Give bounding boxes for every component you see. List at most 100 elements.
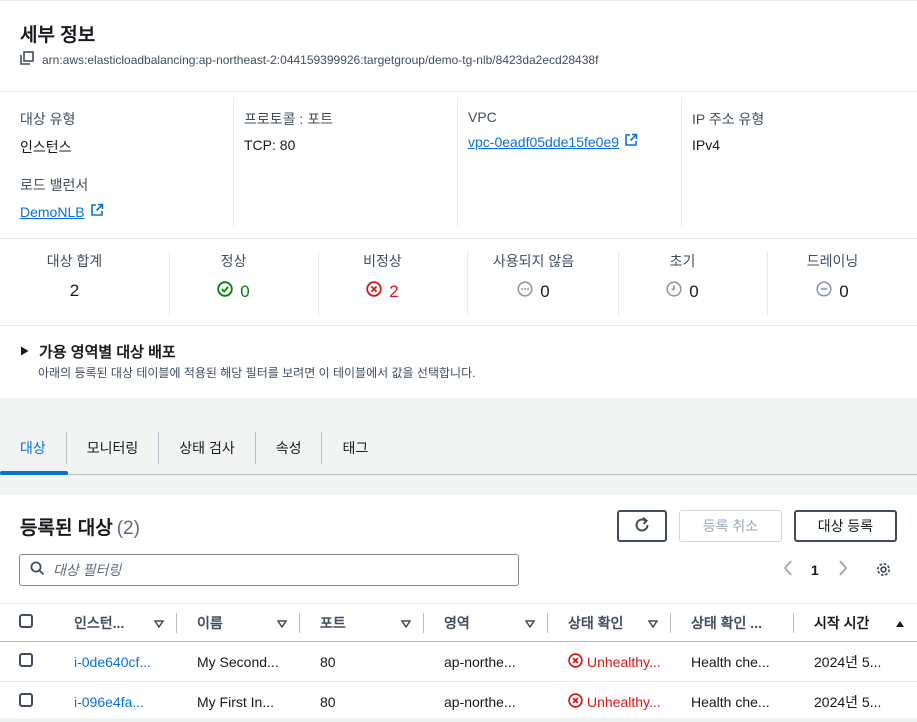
stat-initial: 초기 0 xyxy=(608,251,757,302)
divider xyxy=(0,91,917,92)
launch-time-cell: 2024년 5... xyxy=(794,641,917,682)
column-header-instance[interactable]: 인스턴... xyxy=(54,603,177,642)
load-balancer-link[interactable]: DemoNLB xyxy=(20,203,104,220)
stat-initial-value[interactable]: 0 xyxy=(666,281,699,302)
sort-caret-icon xyxy=(153,615,165,631)
row-checkbox[interactable] xyxy=(19,653,33,667)
health-status-value: Unhealthy... xyxy=(587,693,661,710)
stat-unused-number: 0 xyxy=(540,281,550,301)
clock-icon xyxy=(666,281,682,302)
name-value: My First In... xyxy=(197,693,274,710)
stat-unused-value[interactable]: 0 xyxy=(517,281,550,302)
port-cell: 80 xyxy=(300,681,424,722)
target-type-value: 인스턴스 xyxy=(20,139,72,155)
column-header-port[interactable]: 포트 xyxy=(300,603,424,642)
column-header-launch-time[interactable]: 시작 시간 xyxy=(794,603,917,642)
next-page-icon[interactable] xyxy=(837,559,849,577)
name-value: My Second... xyxy=(197,653,279,670)
registered-targets-heading: 등록된 대상 xyxy=(20,518,113,539)
az-distribution-toggle[interactable]: 가용 영역별 대상 배포 xyxy=(20,341,176,362)
instance-id-cell: i-0de640cf... xyxy=(54,641,177,682)
vpc-label: VPC xyxy=(468,109,497,125)
divider xyxy=(0,325,917,326)
az-distribution-title: 가용 영역별 대상 배포 xyxy=(39,344,176,361)
page-number[interactable]: 1 xyxy=(811,562,819,578)
details-title: 세부 정보 xyxy=(20,25,96,46)
stat-unhealthy: 비정상 2 xyxy=(308,251,457,302)
health-details-value: Health che... xyxy=(691,693,770,710)
minus-circle-icon xyxy=(816,281,832,302)
zone-cell: ap-northe... xyxy=(424,641,548,682)
copy-icon[interactable] xyxy=(20,51,34,68)
column-header-label: 포트 xyxy=(320,614,346,631)
arn-row: arn:aws:elasticloadbalancing:ap-northeas… xyxy=(20,51,598,68)
stat-draining-value[interactable]: 0 xyxy=(816,281,849,302)
settings-gear-icon[interactable] xyxy=(875,561,892,578)
table-row[interactable]: i-0de640cf... My Second... 80 ap-northe.… xyxy=(0,641,917,682)
stat-healthy: 정상 0 xyxy=(159,251,308,302)
stat-draining-number: 0 xyxy=(839,281,849,301)
zone-value: ap-northe... xyxy=(444,693,516,710)
stat-healthy-label: 정상 xyxy=(220,253,247,269)
column-header-health-status[interactable]: 상태 확인 xyxy=(548,603,671,642)
column-header-health-details[interactable]: 상태 확인 ... xyxy=(671,603,794,642)
refresh-button[interactable] xyxy=(617,510,667,542)
row-checkbox[interactable] xyxy=(19,693,33,707)
table-row[interactable]: i-096e4fa... My First In... 80 ap-northe… xyxy=(0,681,917,722)
column-header-name[interactable]: 이름 xyxy=(177,603,300,642)
error-circle-icon xyxy=(568,652,583,671)
ip-type-value: IPv4 xyxy=(692,137,721,153)
vpc-link[interactable]: vpc-0eadf05dde15fe0e9 xyxy=(468,133,638,150)
stat-total: 대상 합계 2 xyxy=(0,251,149,301)
tab-health-checks[interactable]: 상태 검사 xyxy=(159,432,256,464)
name-cell: My Second... xyxy=(177,641,300,682)
select-all-checkbox[interactable] xyxy=(19,614,33,628)
stat-total-number: 2 xyxy=(69,281,80,300)
tabs-divider xyxy=(0,474,917,475)
port-value: 80 xyxy=(320,693,336,710)
stat-healthy-value[interactable]: 0 xyxy=(217,281,250,302)
tab-list: 대상 모니터링 상태 검사 속성 태그 xyxy=(0,432,388,464)
health-status-cell: Unhealthy... xyxy=(548,641,671,682)
health-status-value: Unhealthy... xyxy=(587,653,661,670)
tab-targets[interactable]: 대상 xyxy=(0,432,67,464)
registered-targets-title: 등록된 대상 (2) xyxy=(20,513,140,540)
target-filter-input[interactable] xyxy=(53,562,493,578)
tab-monitoring[interactable]: 모니터링 xyxy=(67,432,160,464)
instance-id-link[interactable]: i-0de640cf... xyxy=(74,654,177,670)
stat-initial-label: 초기 xyxy=(669,253,696,269)
stat-draining: 드레이닝 0 xyxy=(758,251,907,302)
column-header-label: 인스턴... xyxy=(74,614,125,631)
column-separator xyxy=(681,97,682,227)
stat-unhealthy-label: 비정상 xyxy=(363,253,402,269)
vpc-attr: VPC vpc-0eadf05dde15fe0e9 xyxy=(468,109,638,150)
column-header-zone[interactable]: 영역 xyxy=(424,603,548,642)
stat-unhealthy-value[interactable]: 2 xyxy=(366,281,399,302)
stat-initial-number: 0 xyxy=(689,281,699,301)
tab-tags[interactable]: 태그 xyxy=(322,432,388,464)
stat-healthy-number: 0 xyxy=(240,281,250,301)
protocol-attr: 프로토콜 : 포트 TCP: 80 xyxy=(244,109,333,153)
targets-table: 인스턴... 이름 포트 영역 상태 확인 상태 확인 ... 시작 시간 i-… xyxy=(0,603,917,722)
health-status-cell: Unhealthy... xyxy=(548,681,671,722)
column-header-label: 상태 확인 xyxy=(568,614,624,631)
select-all-cell xyxy=(0,603,54,642)
column-separator xyxy=(457,97,458,227)
previous-page-icon[interactable] xyxy=(782,559,794,577)
column-separator xyxy=(233,97,234,227)
register-targets-button[interactable]: 대상 등록 xyxy=(794,510,897,542)
instance-id-cell: i-096e4fa... xyxy=(54,681,177,722)
protocol-value: TCP: 80 xyxy=(244,137,296,153)
az-distribution-description: 아래의 등록된 대상 테이블에 적용된 해당 필터를 보려면 이 테이블에서 값… xyxy=(38,366,476,380)
target-filter[interactable] xyxy=(19,554,519,586)
deregister-button[interactable]: 등록 취소 xyxy=(679,510,782,542)
sort-caret-icon xyxy=(400,615,412,631)
registered-targets-count: (2) xyxy=(116,518,140,539)
stat-unhealthy-number: 2 xyxy=(389,281,399,301)
instance-id-link[interactable]: i-096e4fa... xyxy=(74,694,177,710)
ip-type-attr: IP 주소 유형 IPv4 xyxy=(692,109,764,153)
launch-time-cell: 2024년 5... xyxy=(794,681,917,722)
row-select-cell xyxy=(0,681,54,722)
health-details-cell: Health che... xyxy=(671,681,794,722)
tab-attributes[interactable]: 속성 xyxy=(256,432,323,464)
